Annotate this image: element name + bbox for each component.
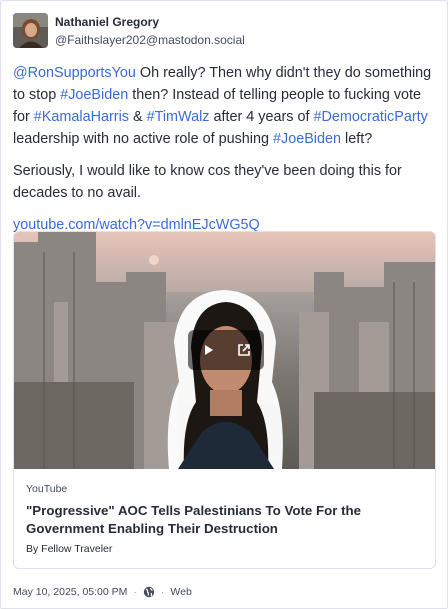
status-text: after 4 years of xyxy=(209,109,314,125)
hashtag-link[interactable]: #JoeBiden xyxy=(273,131,341,147)
globe-icon xyxy=(143,586,155,598)
card-title[interactable]: "Progressive" AOC Tells Palestinians To … xyxy=(26,502,421,538)
card-author: By Fellow Traveler xyxy=(26,543,113,555)
play-icon[interactable] xyxy=(196,338,220,362)
status-application[interactable]: Web xyxy=(170,586,191,598)
link-preview-card[interactable]: YouTube "Progressive" AOC Tells Palestin… xyxy=(13,231,436,569)
mention-link[interactable]: @RonSupportsYou xyxy=(13,65,136,81)
avatar[interactable] xyxy=(13,13,48,48)
author-display-name[interactable]: Nathaniel Gregory xyxy=(55,15,159,29)
meta-separator: · xyxy=(133,586,137,598)
hashtag-link[interactable]: #DemocraticParty xyxy=(313,109,427,125)
hashtag-link[interactable]: #KamalaHarris xyxy=(34,109,129,125)
card-provider: YouTube xyxy=(26,483,68,495)
video-controls xyxy=(188,330,264,370)
meta-separator: · xyxy=(160,586,165,598)
status-paragraph: @RonSupportsYou Oh really? Then why didn… xyxy=(13,62,438,150)
hashtag-link[interactable]: #TimWalz xyxy=(147,109,210,125)
video-thumbnail[interactable] xyxy=(14,232,435,469)
external-link-icon[interactable] xyxy=(232,338,256,362)
status-timestamp[interactable]: May 10, 2025, 05:00 PM xyxy=(13,586,127,598)
status-text: & xyxy=(128,109,147,125)
hashtag-link[interactable]: #JoeBiden xyxy=(60,87,128,103)
status-text: leadership with no active role of pushin… xyxy=(13,131,273,147)
status-text: left? xyxy=(341,131,373,147)
avatar-image xyxy=(13,13,48,48)
status-meta: May 10, 2025, 05:00 PM · · Web xyxy=(13,586,192,598)
status-paragraph: Seriously, I would like to know cos they… xyxy=(13,163,402,201)
author-handle[interactable]: @Faithslayer202@mastodon.social xyxy=(55,33,245,47)
status-content: @RonSupportsYou Oh really? Then why didn… xyxy=(13,62,438,246)
